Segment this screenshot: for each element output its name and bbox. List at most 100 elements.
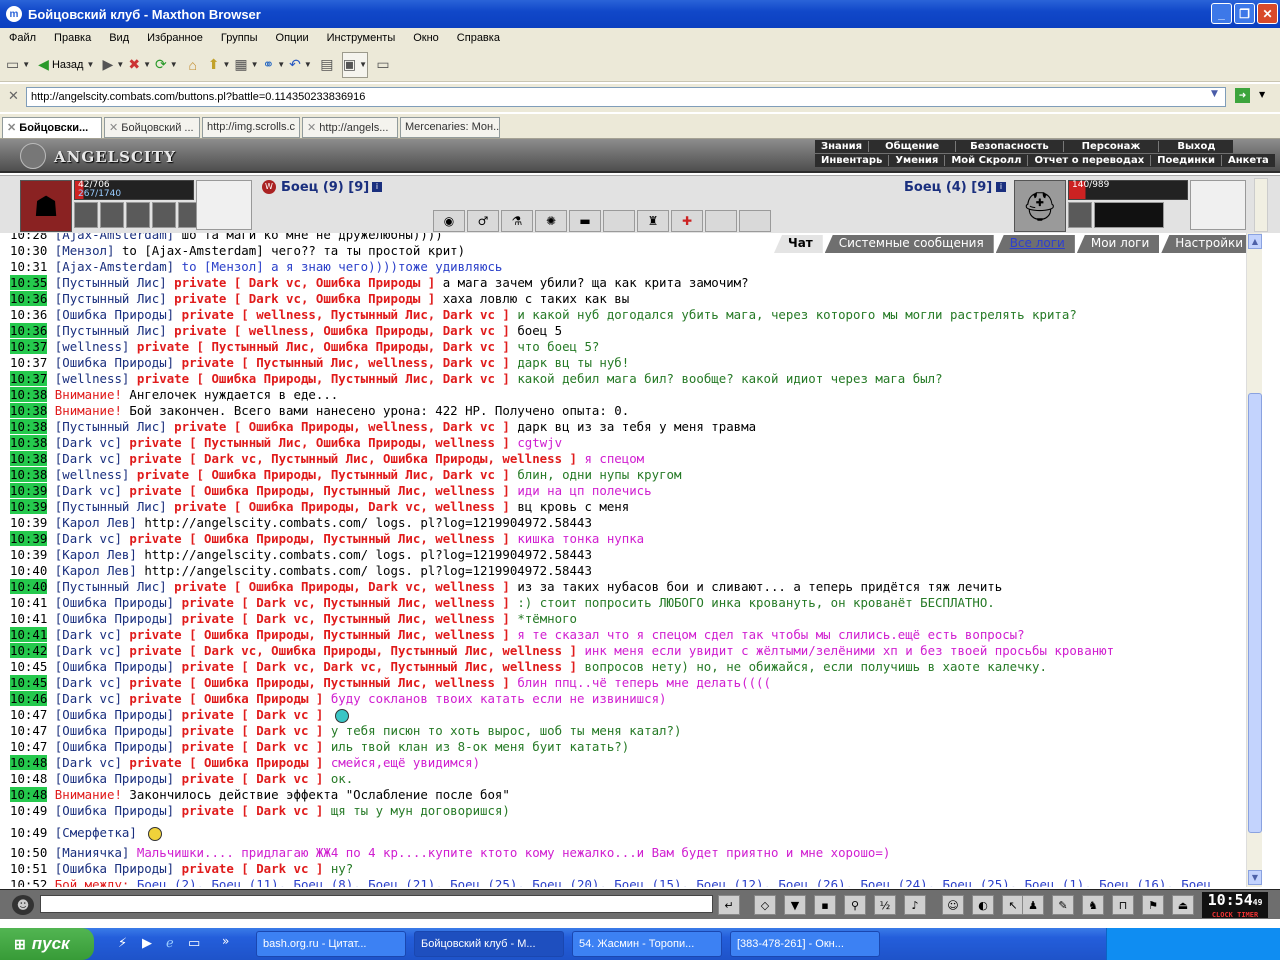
- pen-icon[interactable]: ✎: [1052, 895, 1074, 915]
- save-icon[interactable]: ▪: [814, 895, 836, 915]
- chat-nick[interactable]: [Ошибка Природы]: [55, 739, 174, 754]
- chat-timestamp[interactable]: 10:49: [10, 803, 47, 818]
- nav-inventory[interactable]: Инвентарь: [815, 155, 890, 166]
- nav-skills[interactable]: Умения: [889, 155, 946, 166]
- chat-timestamp[interactable]: 10:38: [10, 451, 48, 466]
- nav-knowledge[interactable]: Знания: [815, 141, 870, 152]
- dragon-icon[interactable]: ♞: [1082, 895, 1104, 915]
- chat-timestamp[interactable]: 10:36: [10, 323, 48, 338]
- empty-slot-icon[interactable]: [603, 210, 635, 232]
- heal-icon[interactable]: ✚: [671, 210, 703, 232]
- bag-icon[interactable]: ♟: [1022, 895, 1044, 915]
- quicklaunch-icon[interactable]: ⚡: [118, 936, 127, 951]
- send-icon[interactable]: ↵: [718, 895, 740, 915]
- chat-nick[interactable]: [Пустынный Лис]: [55, 275, 167, 290]
- chat-timestamp[interactable]: 10:50: [10, 845, 47, 860]
- private-recipients[interactable]: private [ Dark vc, Ошибка Природы, Пусты…: [129, 643, 577, 658]
- chat-nick[interactable]: [Dark vc]: [55, 483, 122, 498]
- chat-timestamp[interactable]: 10:28: [10, 233, 47, 242]
- info-icon[interactable]: i: [372, 182, 382, 192]
- chat-nick[interactable]: [Мензол]: [55, 243, 115, 258]
- chat-nick[interactable]: [Ajax-Amsterdam]: [55, 259, 174, 274]
- nav-communication[interactable]: Общение: [869, 141, 957, 152]
- shield-icon[interactable]: ◉: [433, 210, 465, 232]
- chat-nick[interactable]: [Dark vc]: [55, 691, 122, 706]
- exit-icon[interactable]: ⏏: [1172, 895, 1194, 915]
- chat-nick[interactable]: [Dark vc]: [55, 643, 122, 658]
- empty-slot-icon[interactable]: [739, 210, 771, 232]
- task-bash[interactable]: bash.org.ru - Цитат...: [256, 931, 406, 957]
- private-recipients[interactable]: private [ Dark vc, Пустынный Лис, wellne…: [182, 595, 510, 610]
- chat-timestamp[interactable]: 10:40: [10, 579, 48, 594]
- menu-file[interactable]: Файл: [0, 32, 45, 44]
- private-recipients[interactable]: private [ Ошибка Природы, Dark vc, welln…: [174, 499, 510, 514]
- private-recipients[interactable]: private [ Ошибка Природы, Пустынный Лис,…: [129, 675, 509, 690]
- chat-nick[interactable]: [Пустынный Лис]: [55, 579, 167, 594]
- private-recipients[interactable]: private [ Dark vc ]: [182, 861, 324, 876]
- chat-nick[interactable]: [Ошибка Природы]: [55, 307, 174, 322]
- chat-nick[interactable]: [Смерфетка]: [55, 825, 137, 840]
- figure-icon[interactable]: ♂: [467, 210, 499, 232]
- refresh-icon[interactable]: ⟳ ▼: [155, 52, 178, 78]
- filter-icon[interactable]: ▼: [784, 895, 806, 915]
- nav-profile[interactable]: Анкета: [1222, 155, 1275, 166]
- chat-timestamp[interactable]: 10:51: [10, 861, 47, 876]
- chat-timestamp[interactable]: 10:38: [10, 403, 48, 418]
- chat-scrollbar[interactable]: ▲ ▼: [1246, 233, 1262, 887]
- new-page-icon[interactable]: ▭ ▼: [6, 52, 30, 78]
- chat-nick[interactable]: [Ошибка Природы]: [55, 771, 174, 786]
- task-jasmine[interactable]: 54. Жасмин - Торопи...: [572, 931, 722, 957]
- ie-icon[interactable]: ℯ: [166, 936, 174, 951]
- fraction-icon[interactable]: ½: [874, 895, 896, 915]
- scroll-down-icon[interactable]: ▼: [1248, 870, 1262, 885]
- nav-security[interactable]: Безопасность: [956, 141, 1064, 152]
- chat-timestamp[interactable]: 10:39: [10, 531, 48, 546]
- start-button[interactable]: ⊞ пуск: [0, 928, 94, 960]
- chat-nick[interactable]: [Ошибка Природы]: [55, 803, 174, 818]
- chat-timestamp[interactable]: 10:46: [10, 691, 48, 706]
- chat-timestamp[interactable]: 10:47: [10, 707, 47, 722]
- private-recipients[interactable]: private [ Ошибка Природы ]: [129, 755, 323, 770]
- tab-my-logs[interactable]: Мои логи: [1076, 235, 1160, 253]
- chat-timestamp[interactable]: 10:47: [10, 739, 47, 754]
- chat-timestamp[interactable]: 10:48: [10, 771, 47, 786]
- panel-scrollbar[interactable]: [1254, 178, 1268, 232]
- chat-nick[interactable]: [wellness]: [55, 467, 130, 482]
- chat-timestamp[interactable]: 10:47: [10, 723, 47, 738]
- tab-settings[interactable]: Настройки: [1161, 235, 1254, 253]
- menu-groups[interactable]: Группы: [212, 32, 267, 44]
- private-recipients[interactable]: private [ Ошибка Природы, wellness, Dark…: [174, 419, 510, 434]
- folder-icon[interactable]: ▭: [188, 936, 200, 951]
- go-icon[interactable]: ➜: [1235, 88, 1250, 103]
- chat-timestamp[interactable]: 10:45: [10, 675, 48, 690]
- chat-timestamp[interactable]: 10:38: [10, 435, 48, 450]
- close-button[interactable]: ✕: [1257, 3, 1278, 24]
- private-recipients[interactable]: private [ Dark vc, Dark vc, Пустынный Ли…: [182, 659, 577, 674]
- nav-character[interactable]: Персонаж: [1064, 141, 1160, 152]
- menu-favorites[interactable]: Избранное: [138, 32, 212, 44]
- menu-tools[interactable]: Инструменты: [318, 32, 405, 44]
- chat-timestamp[interactable]: 10:35: [10, 275, 48, 290]
- chat-nick[interactable]: [wellness]: [55, 339, 130, 354]
- nav-transfer-report[interactable]: Отчет о переводах: [1028, 155, 1152, 166]
- chat-timestamp[interactable]: 10:39: [10, 499, 48, 514]
- chat-nick[interactable]: [Ошибка Природы]: [55, 611, 174, 626]
- chat-timestamp[interactable]: 10:48: [10, 787, 48, 802]
- tab-all-logs[interactable]: Все логи: [995, 235, 1075, 253]
- open-folder-icon[interactable]: ⬆ ▼: [208, 52, 231, 78]
- private-recipients[interactable]: private [ Пустынный Лис, wellness, Dark …: [182, 355, 510, 370]
- minimize-button[interactable]: _: [1211, 3, 1232, 24]
- nav-my-scroll[interactable]: Мой Скролл: [945, 155, 1029, 166]
- fire-icon[interactable]: ✺: [535, 210, 567, 232]
- chat-timestamp[interactable]: 10:37: [10, 371, 48, 386]
- eraser-icon[interactable]: ◇: [754, 895, 776, 915]
- chat-timestamp[interactable]: 10:39: [10, 547, 47, 562]
- empty-slot-icon[interactable]: [705, 210, 737, 232]
- tab-chat[interactable]: Чат: [774, 235, 823, 253]
- back-button[interactable]: ◀ Назад ▼: [34, 52, 98, 78]
- chat-nick[interactable]: [Dark vc]: [55, 531, 122, 546]
- chat-timestamp[interactable]: 10:41: [10, 611, 47, 626]
- chat-timestamp[interactable]: 10:42: [10, 643, 48, 658]
- chat-timestamp[interactable]: 10:37: [10, 355, 47, 370]
- chat-nick[interactable]: [Dark vc]: [55, 451, 122, 466]
